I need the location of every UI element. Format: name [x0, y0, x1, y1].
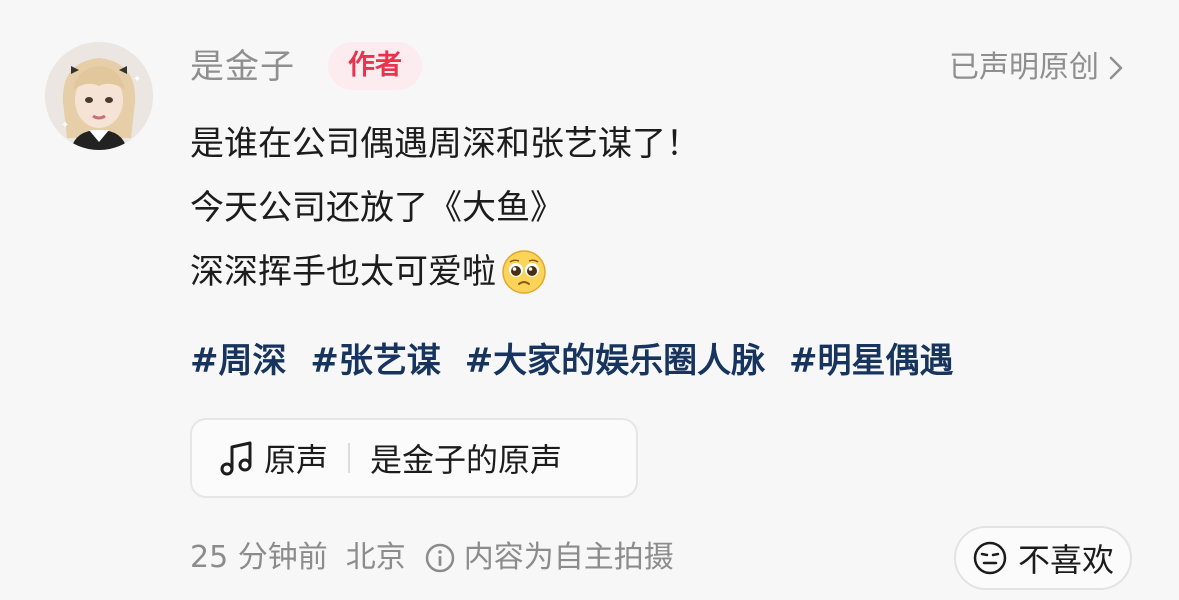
post-meta: 25 分钟前 北京 内容为自主拍摄 — [190, 534, 674, 582]
original-sound-card[interactable]: 原声 是金子的原声 — [190, 418, 638, 498]
self-shot-notice: 内容为自主拍摄 — [463, 540, 674, 575]
post-time: 25 分钟前 — [190, 540, 328, 575]
music-divider — [348, 443, 351, 473]
username[interactable]: 是金子 — [190, 43, 295, 91]
hashtag-link[interactable]: #大家的娱乐圈人脉 — [465, 341, 766, 381]
neutral-face-icon — [973, 541, 1007, 575]
hashtag-link[interactable]: #周深 — [190, 341, 287, 381]
music-note-icon — [220, 441, 252, 476]
music-label: 原声 — [264, 441, 329, 479]
dislike-button[interactable]: 不喜欢 — [954, 526, 1132, 590]
svg-text:✦: ✦ — [133, 74, 141, 85]
caption-line: 深深挥手也太可爱啦 — [190, 240, 700, 304]
dislike-label: 不喜欢 — [1017, 541, 1114, 579]
avatar[interactable]: ✦ ✦ — [45, 42, 153, 150]
caption-line: 今天公司还放了《大鱼》 — [190, 188, 564, 228]
hashtag-link[interactable]: #明星偶遇 — [789, 341, 954, 381]
hashtag-link[interactable]: #张艺谋 — [310, 341, 441, 381]
info-icon[interactable] — [424, 542, 456, 574]
svg-text:✦: ✦ — [61, 120, 69, 131]
pleading-face-emoji — [502, 250, 546, 294]
music-name: 是金子的原声 — [370, 441, 563, 479]
caption-line-text: 深深挥手也太可爱啦 — [190, 252, 496, 292]
author-badge: 作者 — [328, 42, 422, 90]
original-declaration-label: 已声明原创 — [949, 50, 1099, 85]
original-declaration-link[interactable]: 已声明原创 — [949, 44, 1123, 92]
caption-line: 是谁在公司偶遇周深和张艺谋了！ — [190, 124, 700, 164]
post-location: 北京 — [345, 540, 406, 575]
chevron-right-icon — [1109, 56, 1123, 80]
post-caption: 是谁在公司偶遇周深和张艺谋了！ 今天公司还放了《大鱼》 深深挥手也太可爱啦 — [190, 112, 700, 304]
hashtag-list: #周深 #张艺谋 #大家的娱乐圈人脉 #明星偶遇 — [190, 335, 954, 387]
